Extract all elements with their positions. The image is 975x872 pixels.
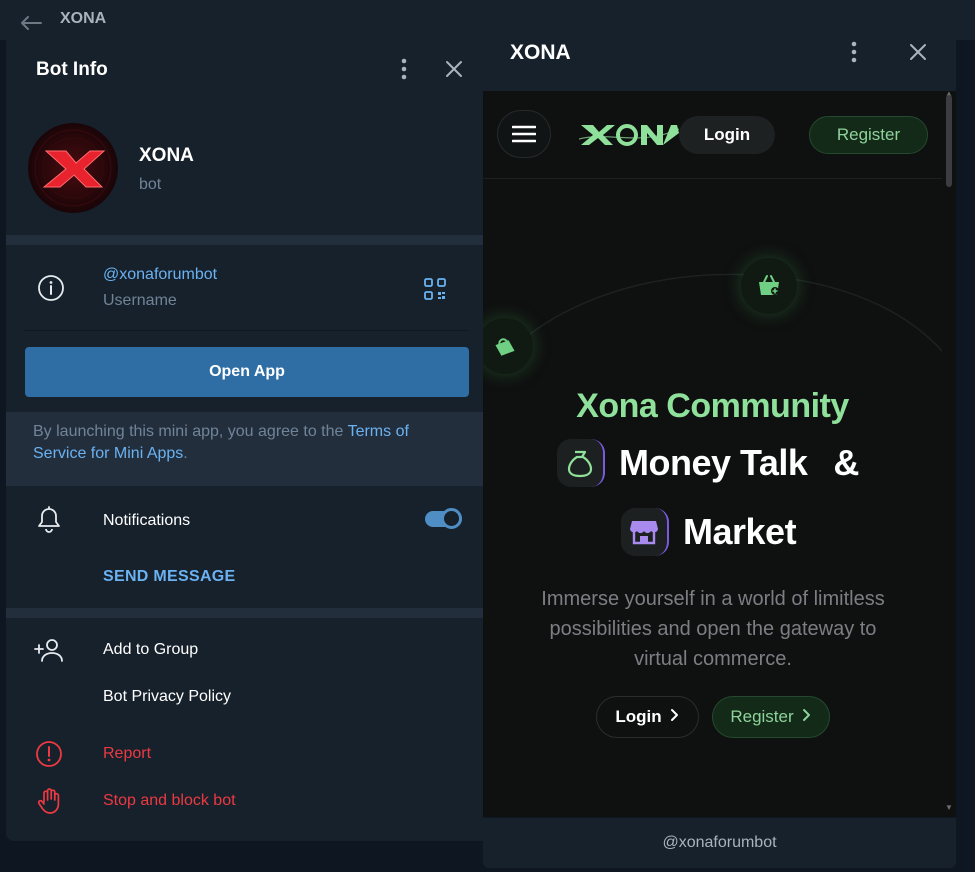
hero-register-button[interactable]: Register <box>712 696 830 738</box>
info-icon <box>36 273 66 303</box>
hero-title: Xona Community <box>576 387 849 425</box>
hero-description: Immerse yourself in a world of limitless… <box>541 588 885 670</box>
qr-code-icon[interactable] <box>424 278 448 302</box>
add-user-icon <box>34 635 64 665</box>
hero-login-label: Login <box>615 707 662 726</box>
hero-line-market: Market <box>621 504 797 560</box>
arrow-left-icon[interactable] <box>20 14 42 37</box>
hero-money-talk: Money Talk <box>619 442 808 483</box>
stop-and-block-label: Stop and block bot <box>103 792 236 809</box>
username-row[interactable]: @xonaforumbot Username <box>6 245 483 331</box>
money-bag-icon <box>557 439 605 487</box>
xona-logo[interactable] <box>578 121 680 149</box>
mini-app-window: XONA Login Register Xona Community Money… <box>483 15 956 868</box>
chat-title: XONA <box>60 10 107 27</box>
row-divider <box>24 330 469 331</box>
bot-info-title: Bot Info <box>36 59 108 80</box>
mini-app-footer: @xonaforumbot <box>483 817 956 868</box>
close-icon[interactable] <box>906 40 930 64</box>
username-value[interactable]: @xonaforumbot <box>103 266 217 284</box>
bot-privacy-policy-item[interactable]: Bot Privacy Policy <box>6 676 483 720</box>
close-icon[interactable] <box>442 57 466 81</box>
chevron-right-icon <box>802 707 812 727</box>
open-app-button[interactable]: Open App <box>25 347 469 397</box>
add-to-group-label: Add to Group <box>103 641 199 658</box>
hero-register-label: Register <box>730 707 794 726</box>
bot-info-panel: Bot Info XONA bot @xonaforumbot Username <box>6 35 483 841</box>
mini-app-viewport[interactable]: Login Register Xona Community Money Talk… <box>483 91 956 817</box>
terms-prefix: By launching this mini app, you agree to… <box>33 423 348 440</box>
section-divider <box>6 608 483 618</box>
hero-line-money-talk: Money Talk & <box>557 435 859 491</box>
more-vertical-icon[interactable] <box>392 57 416 81</box>
shopping-basket-icon <box>741 258 797 314</box>
send-message-button[interactable]: SEND MESSAGE <box>103 568 236 586</box>
bot-profile: XONA bot <box>6 105 483 235</box>
username-label: Username <box>103 292 177 309</box>
scroll-down-arrow-icon[interactable]: ▼ <box>945 803 953 812</box>
mini-app-header: XONA <box>483 15 956 91</box>
bot-info-header: Bot Info <box>6 35 483 105</box>
site-navbar: Login Register <box>483 91 942 179</box>
chevron-right-icon <box>670 707 680 727</box>
mini-app-title: XONA <box>510 41 571 64</box>
stop-and-block-item[interactable]: Stop and block bot <box>6 780 483 824</box>
scrollbar[interactable]: ▲ ▼ <box>942 91 956 817</box>
bot-subtitle: bot <box>139 176 162 193</box>
avatar[interactable] <box>28 123 118 213</box>
terms-suffix: . <box>183 445 188 462</box>
bot-privacy-policy-label: Bot Privacy Policy <box>103 688 232 705</box>
report-item[interactable]: Report <box>6 733 483 777</box>
report-label: Report <box>103 745 152 762</box>
notifications-toggle[interactable] <box>425 508 462 530</box>
scroll-thumb[interactable] <box>946 95 952 187</box>
storefront-icon <box>621 508 669 556</box>
terms-notice: By launching this mini app, you agree to… <box>6 412 483 486</box>
hero-market: Market <box>683 511 797 552</box>
decorative-orbit-arc <box>492 273 942 372</box>
hand-stop-icon <box>34 786 64 816</box>
alert-circle-icon <box>34 739 64 769</box>
add-to-group-item[interactable]: Add to Group <box>6 629 483 673</box>
bot-name: XONA <box>139 145 194 166</box>
hero-ampersand: & <box>833 442 860 483</box>
notifications-label: Notifications <box>103 512 191 529</box>
hero-login-button[interactable]: Login <box>596 696 699 738</box>
notifications-row: Notifications SEND MESSAGE <box>6 486 483 608</box>
hamburger-menu-icon[interactable] <box>497 110 551 158</box>
section-divider <box>6 235 483 245</box>
bell-icon <box>36 506 62 539</box>
more-vertical-icon[interactable] <box>842 40 866 64</box>
nav-login-button[interactable]: Login <box>679 116 775 154</box>
toggle-knob <box>441 508 462 529</box>
nav-register-button[interactable]: Register <box>809 116 928 154</box>
